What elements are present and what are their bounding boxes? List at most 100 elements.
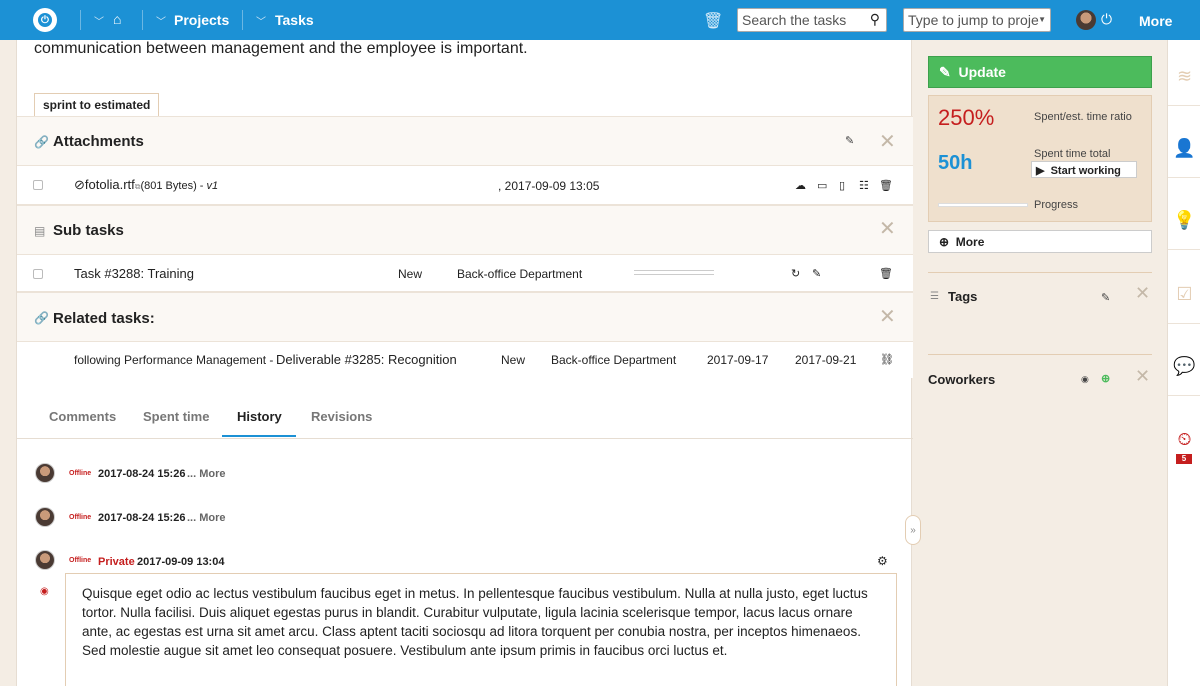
chevron-down-icon[interactable]: ﹀ (94, 13, 104, 28)
folder-icon[interactable]: ▭ (817, 179, 827, 192)
more-label: More (955, 235, 985, 249)
edit-icon[interactable]: ✎ (1101, 291, 1110, 304)
link-icon: 🔗 (34, 311, 49, 325)
trash-icon[interactable]: 🗑 (703, 11, 723, 31)
avatar (35, 550, 55, 570)
rail-user-icon[interactable]: 👤 (1168, 120, 1200, 178)
tab-comments[interactable]: Comments (49, 409, 116, 424)
tags-icon: ☰ (930, 291, 939, 302)
row-checkbox[interactable] (33, 269, 43, 279)
close-icon[interactable]: ✕ (1135, 366, 1150, 387)
tab-revisions[interactable]: Revisions (311, 409, 372, 424)
play-icon: ▶ (1036, 165, 1045, 177)
rail-chat-icon[interactable]: 💬 (1168, 338, 1200, 396)
subtask-row: Task #3288: Training New Back-office Dep… (17, 255, 913, 292)
time-stats-panel: 250% Spent/est. time ratio 50h Spent tim… (928, 95, 1152, 222)
sidebar-more-button[interactable]: ⊕ More (928, 230, 1152, 253)
divider (928, 272, 1152, 273)
cloud-icon[interactable]: ☁ (795, 179, 806, 192)
rail-idea-icon[interactable]: 💡 (1168, 192, 1200, 250)
history-more-link[interactable]: ... More (187, 468, 226, 480)
logout-icon[interactable]: ⏻ (1101, 11, 1112, 28)
related-task-name[interactable]: Deliverable #3285: Recognition (276, 352, 457, 367)
related-task-department: Back-office Department (551, 353, 677, 367)
ratio-value: 250% (938, 105, 995, 130)
subtask-progress-bar (634, 270, 714, 275)
tab-history[interactable]: History (237, 409, 282, 424)
divider (80, 10, 81, 30)
subtask-name[interactable]: Task #3288: Training (74, 266, 194, 281)
attachments-title: Attachments (53, 133, 144, 150)
tab-spent-time[interactable]: Spent time (143, 409, 209, 424)
search-placeholder: Search the tasks (742, 12, 847, 28)
tag-chip[interactable]: sprint to estimated (34, 93, 160, 117)
row-checkbox[interactable] (33, 180, 43, 190)
history-date: 2017-08-24 15:26 (98, 468, 186, 480)
chevron-down-icon[interactable]: ﹀ (256, 13, 266, 28)
app-logo-icon[interactable]: ⏻ (33, 8, 57, 32)
start-working-button[interactable]: ▶ Start working (1031, 161, 1137, 178)
pencil-icon: ✎ (939, 64, 951, 80)
refresh-icon[interactable]: ↻ (791, 267, 800, 280)
attachment-filename[interactable]: fotolia.rtf (85, 177, 135, 192)
related-task-start: 2017-09-17 (707, 353, 769, 367)
list-icon[interactable]: ☷ (859, 179, 869, 192)
more-menu[interactable]: More (1139, 13, 1172, 29)
chevron-down-icon[interactable]: ﹀ (156, 13, 166, 28)
collapse-sidebar-icon[interactable]: » (905, 515, 921, 545)
unlink-icon[interactable]: ⛓ (880, 353, 894, 366)
eye-icon[interactable]: ◉ (1081, 374, 1089, 385)
rail-activity-icon[interactable]: ≋ (1168, 48, 1200, 106)
status-badge: Offline (69, 514, 92, 521)
add-coworker-icon[interactable]: ⊕ (1101, 372, 1110, 385)
task-detail-panel: communication between management and the… (16, 40, 913, 686)
nav-projects[interactable]: Projects (174, 12, 229, 28)
rail-checklist-icon[interactable]: ☑ (1168, 266, 1200, 324)
update-button[interactable]: ✎ Update (928, 56, 1152, 88)
detail-tabs: Comments Spent time History Revisions (17, 397, 913, 439)
attachment-link[interactable]: ⊘fotolia.rtf⧉(801 Bytes) - v1 (74, 177, 218, 193)
nav-tasks[interactable]: Tasks (275, 12, 314, 28)
subtasks-title: Sub tasks (53, 222, 124, 239)
right-rail: ≋ 👤 💡 ☑ 💬 ⏲ 5 (1167, 40, 1200, 686)
tags-title: Tags (948, 289, 978, 304)
divider (242, 10, 243, 30)
home-icon[interactable]: ⌂ (113, 11, 121, 27)
attachment-version: v1 (206, 180, 219, 192)
close-icon[interactable]: ✕ (879, 304, 896, 329)
task-description: communication between management and the… (34, 40, 528, 57)
divider (928, 354, 1152, 355)
status-badge: Offline (69, 470, 92, 477)
user-avatar[interactable] (1076, 10, 1096, 30)
subtasks-header: ▤ Sub tasks ✕ (17, 205, 913, 255)
search-icon[interactable]: ⚲ (870, 11, 880, 28)
gear-icon[interactable]: ⚙ (877, 554, 888, 568)
history-count-badge: 5 (1176, 454, 1192, 464)
avatar (35, 507, 55, 527)
progress-bar (938, 203, 1028, 207)
attachments-header: 🔗 Attachments ✎ ✕ (17, 116, 913, 166)
clipboard-icon: ▤ (34, 224, 46, 238)
close-icon[interactable]: ✕ (879, 129, 896, 154)
eye-icon: ◉ (40, 586, 49, 597)
plus-circle-icon: ⊕ (939, 235, 950, 249)
document-icon[interactable]: ▯ (839, 179, 845, 192)
history-more-link[interactable]: ... More (187, 512, 226, 524)
related-task-row: following Performance Management - Deliv… (17, 342, 913, 378)
close-icon[interactable]: ✕ (879, 216, 896, 241)
edit-icon[interactable]: ✎ (845, 134, 854, 147)
divider (142, 10, 143, 30)
trash-icon[interactable]: 🗑 (879, 179, 893, 192)
caret-down-icon: ▼ (1038, 15, 1046, 24)
jump-to-project-select[interactable]: Type to jump to proje ▼ (903, 8, 1051, 32)
subtask-status: New (398, 267, 423, 281)
related-task-relation: following Performance Management - (74, 353, 274, 367)
edit-icon[interactable]: ✎ (812, 267, 821, 280)
trash-icon[interactable]: 🗑 (879, 267, 893, 280)
jump-placeholder: Type to jump to proje (908, 12, 1039, 28)
progress-label: Progress (1034, 199, 1079, 211)
close-icon[interactable]: ✕ (1135, 283, 1150, 304)
related-task-due: 2017-09-21 (795, 353, 857, 367)
update-label: Update (958, 64, 1006, 80)
search-input[interactable]: Search the tasks ⚲ (737, 8, 887, 32)
